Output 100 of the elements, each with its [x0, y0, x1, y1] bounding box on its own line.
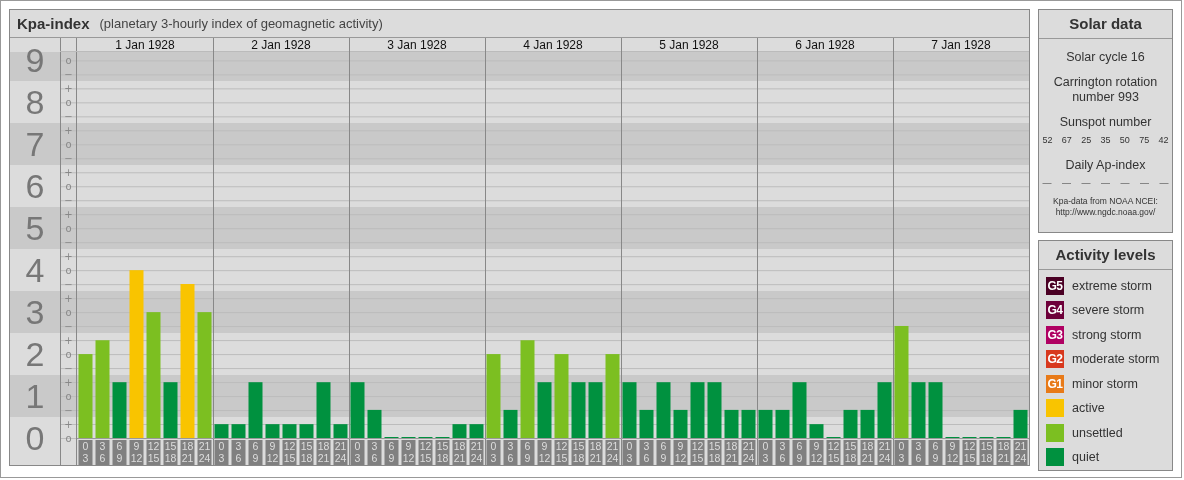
- time-range-label: 15 18: [843, 439, 858, 465]
- sunspot-value: 35: [1100, 135, 1111, 145]
- level-label: strong storm: [1072, 327, 1142, 342]
- chart-title: Kpa-index: [17, 14, 90, 32]
- x-tick-label: 3 6: [507, 439, 514, 464]
- time-range-label: 18 21: [724, 439, 739, 465]
- x-tick-label: 0 3: [82, 439, 89, 464]
- day-label: 1 Jan 1928: [115, 37, 175, 52]
- day-label: 5 Jan 1928: [659, 37, 719, 52]
- y-axis-label: 9: [25, 41, 45, 80]
- y-axis-minor-label: +: [64, 334, 73, 346]
- time-range-label: 6 9: [248, 439, 263, 465]
- level-label: minor storm: [1072, 376, 1138, 391]
- time-range-label: 18 21: [316, 439, 331, 465]
- time-range-label: 21 24: [197, 439, 212, 465]
- x-tick-label: 6 9: [796, 439, 803, 464]
- x-tick-label: 0 3: [354, 439, 361, 464]
- y-axis-minor-label: o: [65, 264, 72, 276]
- level-badge: G3: [1046, 325, 1064, 344]
- y-axis-minor-label: −: [64, 404, 73, 416]
- y-axis-minor-label: +: [64, 166, 73, 178]
- x-tick-label: 6 9: [252, 439, 259, 464]
- level-label: active: [1072, 401, 1105, 416]
- time-range-label: 3 6: [639, 439, 654, 465]
- x-tick-label: 0 3: [898, 439, 905, 464]
- y-axis-minor-label: +: [64, 376, 73, 388]
- y-axis-minor-label: +: [64, 124, 73, 136]
- level-badge: G5: [1046, 276, 1064, 295]
- y-axis-minor-label: −: [64, 278, 73, 290]
- time-range-label: 6 9: [928, 439, 943, 465]
- y-axis-minor-label: −: [64, 362, 73, 374]
- x-tick-label: 3 6: [915, 439, 922, 464]
- time-range-label: 21 24: [605, 439, 620, 465]
- level-label: quiet: [1072, 450, 1100, 465]
- level-badge: G1: [1046, 374, 1064, 393]
- time-range-label: 6 9: [656, 439, 671, 465]
- sunspot-value: 42: [1158, 135, 1169, 145]
- x-tick-label: 0 3: [490, 439, 497, 464]
- time-range-label: 0 3: [894, 439, 909, 465]
- ap-index-value: —: [1062, 178, 1071, 188]
- x-tick-label: 3 6: [99, 439, 106, 464]
- y-axis-label: 3: [25, 293, 45, 332]
- time-range-label: 3 6: [367, 439, 382, 465]
- time-range-label: 6 9: [520, 439, 535, 465]
- x-tick-label: 0 3: [762, 439, 769, 464]
- level-label: severe storm: [1072, 303, 1145, 318]
- time-range-label: 15 18: [571, 439, 586, 465]
- time-range-label: 9 12: [129, 439, 144, 465]
- day-label: 7 Jan 1928: [931, 37, 991, 52]
- sunspot-value: 67: [1061, 135, 1072, 145]
- source-link[interactable]: http://www.ngdc.noaa.gov/: [1055, 207, 1156, 218]
- time-range-label: 12 15: [690, 439, 705, 465]
- time-range-label: 21 24: [469, 439, 484, 465]
- time-range-label: 21 24: [877, 439, 892, 465]
- time-range-label: 12 15: [554, 439, 569, 465]
- time-range-label: 0 3: [486, 439, 501, 465]
- time-range-label: 9 12: [265, 439, 280, 465]
- y-axis-label: 7: [25, 125, 45, 164]
- solar-cycle-text: Solar cycle 16: [1066, 50, 1145, 65]
- time-range-label: 9 12: [673, 439, 688, 465]
- time-range-label: 9 12: [401, 439, 416, 465]
- day-label: 2 Jan 1928: [251, 37, 311, 52]
- time-range-label: 3 6: [911, 439, 926, 465]
- time-range-label: 9 12: [945, 439, 960, 465]
- time-range-label: 0 3: [214, 439, 229, 465]
- time-range-label: 21 24: [741, 439, 756, 465]
- y-axis-label: 8: [25, 83, 45, 122]
- ap-index-value: —: [1101, 178, 1110, 188]
- x-tick-label: 6 9: [388, 439, 395, 464]
- time-range-label: 15 18: [435, 439, 450, 465]
- ap-index-value: —: [1081, 178, 1091, 188]
- sunspot-value: 50: [1119, 135, 1130, 145]
- y-axis-label: 2: [25, 335, 45, 373]
- time-range-label: 15 18: [163, 439, 178, 465]
- y-axis-minor-label: o: [65, 54, 72, 66]
- time-range-label: 15 18: [299, 439, 314, 465]
- time-range-label: 0 3: [350, 439, 365, 465]
- time-range-label: 9 12: [537, 439, 552, 465]
- x-tick-label: 3 6: [371, 439, 378, 464]
- y-axis-minor-label: +: [64, 250, 73, 262]
- time-range-label: 6 9: [792, 439, 807, 465]
- level-badge: G2: [1046, 350, 1064, 369]
- ap-index-value: —: [1159, 178, 1169, 188]
- y-axis-minor-label: −: [64, 320, 73, 332]
- source-note: Kpa-data from NOAA NCEI:: [1053, 196, 1158, 207]
- y-axis-minor-label: −: [64, 152, 73, 164]
- x-tick-label: 3 6: [779, 439, 786, 464]
- time-range-label: 3 6: [231, 439, 246, 465]
- y-axis-minor-label: o: [65, 222, 72, 234]
- time-range-label: 15 18: [707, 439, 722, 465]
- time-range-label: 9 12: [809, 439, 824, 465]
- y-axis-minor-label: o: [65, 432, 72, 444]
- time-range-label: 18 21: [860, 439, 875, 465]
- time-range-label: 0 3: [78, 439, 93, 465]
- time-range-label: 6 9: [384, 439, 399, 465]
- sunspot-value: 75: [1139, 135, 1150, 145]
- y-axis-label: 5: [25, 209, 45, 248]
- time-range-label: 18 21: [452, 439, 467, 465]
- day-label: 3 Jan 1928: [387, 37, 447, 52]
- time-range-label: 18 21: [588, 439, 603, 465]
